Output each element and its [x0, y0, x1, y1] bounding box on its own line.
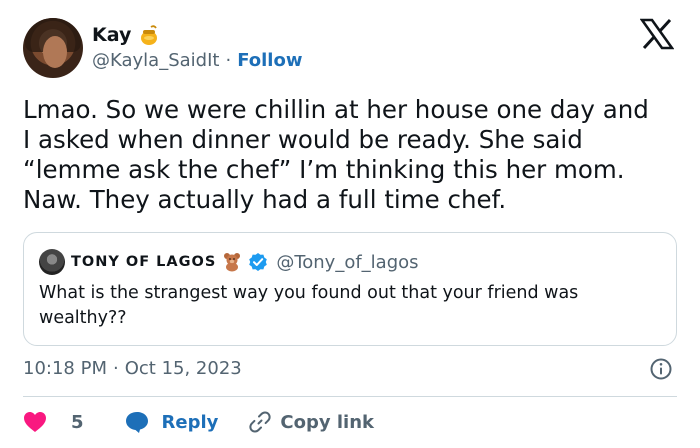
info-icon[interactable] — [650, 358, 672, 380]
follow-button[interactable]: Follow — [237, 50, 302, 71]
verified-badge-icon — [249, 253, 268, 271]
like-button[interactable]: 5 — [23, 411, 84, 433]
quoted-author-name[interactable]: TONY OF LAGOS — [71, 254, 216, 270]
author-handle[interactable]: @Kayla_SaidIt — [92, 50, 219, 71]
quoted-author-avatar[interactable] — [39, 249, 65, 275]
quoted-author-handle[interactable]: @Tony_of_lagos — [276, 252, 418, 273]
author-handle-row: @Kayla_SaidIt · Follow — [92, 50, 302, 71]
x-logo-icon[interactable] — [640, 18, 674, 50]
reply-button[interactable]: Reply — [124, 410, 219, 434]
author-name-row: Kay — [92, 22, 159, 48]
author-avatar[interactable] — [23, 18, 83, 78]
handle-separator: · — [225, 50, 232, 71]
timestamp-date: Oct 15, 2023 — [124, 358, 242, 379]
timestamp-separator: · — [112, 358, 119, 379]
divider — [23, 396, 677, 397]
like-count: 5 — [71, 411, 84, 433]
action-bar: 5 Reply Copy link — [23, 407, 374, 437]
quoted-header: TONY OF LAGOS @Tony_of_lagos — [39, 249, 419, 275]
tweet-card: Kay @Kayla_SaidIt · Follow Lmao. So we w… — [0, 0, 700, 448]
link-icon — [249, 411, 272, 433]
timestamp[interactable]: 10:18 PM · Oct 15, 2023 — [23, 358, 242, 379]
reply-label: Reply — [161, 411, 219, 433]
heart-icon[interactable] — [23, 411, 47, 433]
timestamp-time: 10:18 PM — [23, 358, 107, 379]
copy-link-button[interactable]: Copy link — [248, 410, 374, 434]
author-name[interactable]: Kay — [92, 24, 131, 46]
quoted-text: What is the strangest way you found out … — [39, 283, 579, 328]
reply-bubble-icon — [125, 412, 148, 433]
honey-pot-icon — [141, 25, 158, 45]
teddy-bear-icon — [224, 253, 241, 272]
copy-link-label: Copy link — [280, 411, 374, 433]
quoted-tweet[interactable]: TONY OF LAGOS @Tony_of_lagos What is the… — [23, 232, 677, 346]
tweet-text: Lmao. So we were chillin at her house on… — [23, 95, 649, 214]
